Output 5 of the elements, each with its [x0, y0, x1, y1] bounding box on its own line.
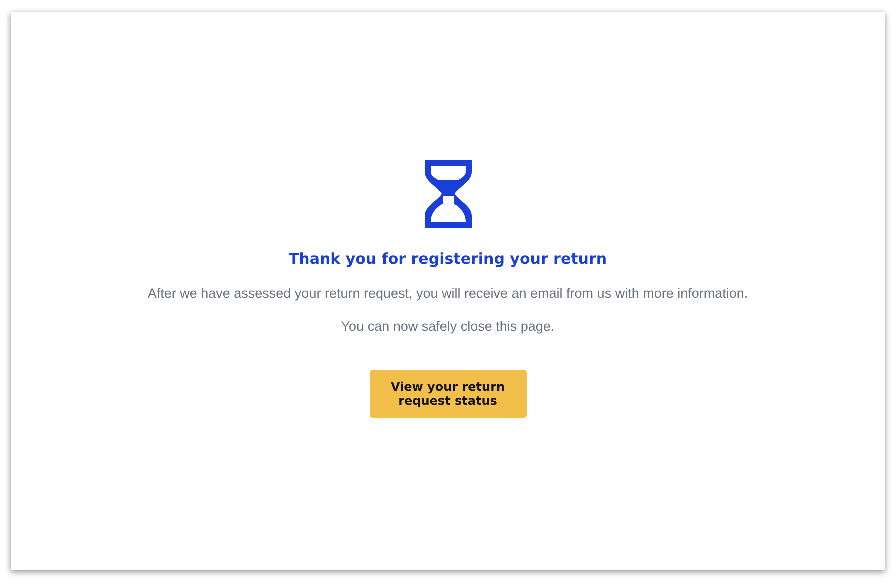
info-text: After we have assessed your return request, you will receive an email from us with more information.: [148, 286, 748, 301]
info-text: You can now safely close this page.: [341, 319, 555, 334]
hourglass-icon: [424, 160, 472, 228]
confirmation-title: Thank you for registering your return: [288, 250, 608, 268]
view-status-button[interactable]: View your return request status: [370, 370, 526, 418]
